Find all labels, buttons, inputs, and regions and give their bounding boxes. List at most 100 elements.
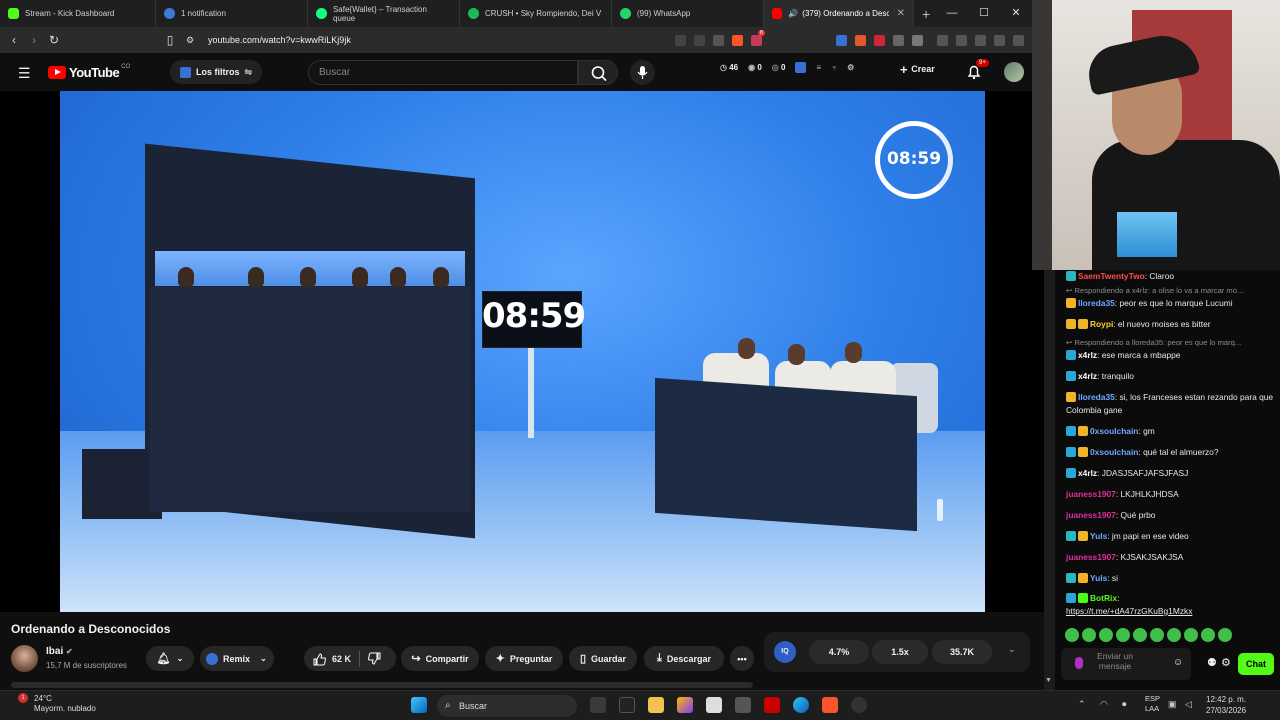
task-view-icon[interactable] <box>590 697 606 713</box>
emote-icon[interactable] <box>1099 628 1113 642</box>
hamburger-menu-icon[interactable]: ☰ <box>18 65 31 82</box>
reader-icon[interactable] <box>713 34 724 46</box>
channel-name[interactable]: Ibai ✔ <box>46 646 73 657</box>
download-button[interactable]: ⤓ Descargar <box>644 646 724 671</box>
minimize-button[interactable]: — <box>936 0 968 27</box>
share-button[interactable]: ↪ Compartir <box>401 646 479 671</box>
mic-tray-icon[interactable]: ⏺ <box>1122 699 1127 710</box>
more-actions-button[interactable]: ••• <box>730 646 754 671</box>
volume-icon[interactable]: ◁ <box>1185 699 1192 710</box>
wallet-icon[interactable] <box>975 34 986 46</box>
subscribe-bell-button[interactable]: 🔔︎ ⌄ <box>146 646 194 671</box>
extensions-icon[interactable] <box>893 34 904 46</box>
iq-icon[interactable] <box>795 62 807 73</box>
chat-username[interactable]: lloreda35 <box>1078 392 1115 402</box>
system-clock[interactable]: 12:42 p. m. 27/03/2026 <box>1206 694 1246 716</box>
chat-message-input[interactable]: Enviar un mensaje ☺ <box>1061 648 1191 680</box>
settings-icon[interactable]: ⚙ <box>1221 656 1231 669</box>
emoji-icon[interactable]: ☺ <box>1173 657 1183 668</box>
chat-username[interactable]: 0xsoulchain <box>1090 426 1138 436</box>
bookmark-icon[interactable]: ▯ <box>160 33 180 47</box>
cast-icon[interactable] <box>675 34 686 46</box>
search-input[interactable]: Buscar <box>308 60 578 85</box>
chat-username[interactable]: Roypi <box>1090 319 1113 329</box>
url-field[interactable]: youtube.com/watch?v=kwwRiLKj9jk <box>208 35 351 45</box>
tracker-extension-icon[interactable] <box>912 34 923 46</box>
tab-notification[interactable]: 1 notification <box>156 0 308 27</box>
file-explorer-icon[interactable] <box>648 697 664 713</box>
emote-icon[interactable] <box>1201 628 1215 642</box>
list-icon[interactable]: ≡ <box>816 63 821 72</box>
translate-extension-icon[interactable] <box>836 34 847 46</box>
close-tab-icon[interactable]: ✕ <box>897 8 905 19</box>
search-button[interactable] <box>578 60 618 85</box>
scroll-down-icon[interactable]: ▼ <box>1045 677 1052 684</box>
chevron-down-icon[interactable]: ⌄ <box>1008 644 1016 655</box>
calculator-icon[interactable] <box>735 697 751 713</box>
chat-username[interactable]: lloreda35 <box>1078 298 1115 308</box>
reload-icon[interactable]: ↻ <box>44 33 64 47</box>
brave-icon[interactable] <box>822 697 838 713</box>
iq-logo-icon[interactable]: IQ <box>774 641 796 663</box>
chat-username[interactable]: Yuls <box>1090 573 1107 583</box>
tab-kick-dashboard[interactable]: Stream - Kick Dashboard <box>0 0 156 27</box>
close-window-button[interactable]: ✕ <box>1000 0 1032 27</box>
tray-chevron-icon[interactable]: ⌃ <box>1078 699 1086 710</box>
emote-icon[interactable] <box>1116 628 1130 642</box>
chat-username[interactable]: juaness1907 <box>1066 510 1116 520</box>
youtube-logo[interactable]: YouTube CO <box>48 64 130 80</box>
chat-username[interactable]: juaness1907 <box>1066 552 1116 562</box>
notepad-icon[interactable] <box>706 697 722 713</box>
emote-icon[interactable] <box>1065 628 1079 642</box>
tab-whatsapp[interactable]: (99) WhatsApp <box>612 0 764 27</box>
channel-avatar[interactable] <box>11 645 38 672</box>
ask-button[interactable]: ✦ Preguntar <box>485 646 563 671</box>
forward-icon[interactable]: › <box>24 33 44 47</box>
like-button[interactable]: 62 K <box>312 652 351 666</box>
horizontal-scrollbar[interactable] <box>11 682 753 688</box>
users-icon[interactable]: ⚉ <box>1207 656 1217 669</box>
weather-widget[interactable]: 24°C Mayorm. nublado <box>34 694 96 714</box>
create-button[interactable]: + Crear <box>900 62 935 77</box>
emote-icon[interactable] <box>1184 628 1198 642</box>
fox-extension-icon[interactable] <box>855 34 866 46</box>
wifi-icon[interactable]: ◠ <box>1100 699 1108 710</box>
thumbs-down-icon[interactable] <box>368 652 382 666</box>
brave-rewards-icon[interactable]: 8 <box>751 29 765 46</box>
settings-icon[interactable]: ⚙ <box>847 63 854 72</box>
network-icon[interactable]: ▣ <box>1168 699 1177 710</box>
chat-send-button[interactable]: Chat <box>1238 653 1274 675</box>
edge-icon[interactable] <box>793 697 809 713</box>
github-icon[interactable] <box>851 697 867 713</box>
emote-icon[interactable] <box>1167 628 1181 642</box>
chat-username[interactable]: x4rlz <box>1078 371 1097 381</box>
chat-text[interactable]: https://t.me/+dA47rzGKuBg1Mzkx <box>1066 605 1280 618</box>
emote-icon[interactable] <box>1082 628 1096 642</box>
share-icon[interactable] <box>694 34 705 46</box>
language-indicator[interactable]: ESP LAA <box>1145 694 1160 714</box>
back-icon[interactable]: ‹ <box>4 33 24 47</box>
start-button[interactable] <box>411 697 427 713</box>
emote-icon[interactable] <box>1218 628 1232 642</box>
filters-button[interactable]: Los filtros ⇋ <box>170 60 263 84</box>
app-icon[interactable] <box>619 697 635 713</box>
sidebar-icon[interactable] <box>956 34 967 46</box>
chat-username[interactable]: x4rlz <box>1078 350 1097 360</box>
remix-button[interactable]: Remix ⌄ <box>200 646 274 671</box>
taskbar-search[interactable]: ⌕ Buscar <box>437 695 577 717</box>
chat-username[interactable]: 0xsoulchain <box>1090 447 1138 457</box>
microphone-icon[interactable] <box>1075 657 1083 669</box>
media-controls-icon[interactable] <box>937 34 948 46</box>
user-avatar[interactable] <box>1004 62 1024 82</box>
notifications-button[interactable]: 9+ <box>966 59 989 85</box>
chat-username[interactable]: BotRix <box>1090 593 1117 603</box>
emote-icon[interactable] <box>1150 628 1164 642</box>
emote-icon[interactable] <box>1133 628 1147 642</box>
maximize-button[interactable]: ☐ <box>968 0 1000 27</box>
copilot-icon[interactable] <box>677 697 693 713</box>
tab-youtube-active[interactable]: 🔊 (379) Ordenando a Desco ✕ <box>764 0 914 27</box>
save-button[interactable]: ▯ Guardar <box>569 646 637 671</box>
chat-username[interactable]: juaness1907 <box>1066 489 1116 499</box>
chat-username[interactable]: Yuls <box>1090 531 1107 541</box>
chat-username[interactable]: x4rlz <box>1078 468 1097 478</box>
